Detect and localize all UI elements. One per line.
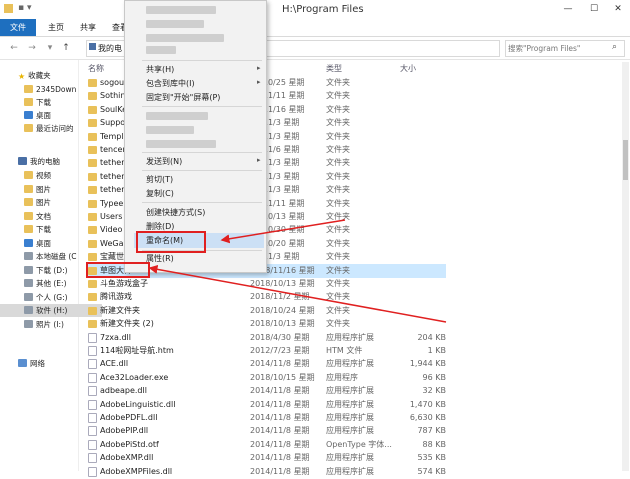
annotation-arrows (148, 219, 447, 323)
arrow-to-rename (220, 219, 346, 244)
arrow-to-folder (148, 264, 447, 323)
